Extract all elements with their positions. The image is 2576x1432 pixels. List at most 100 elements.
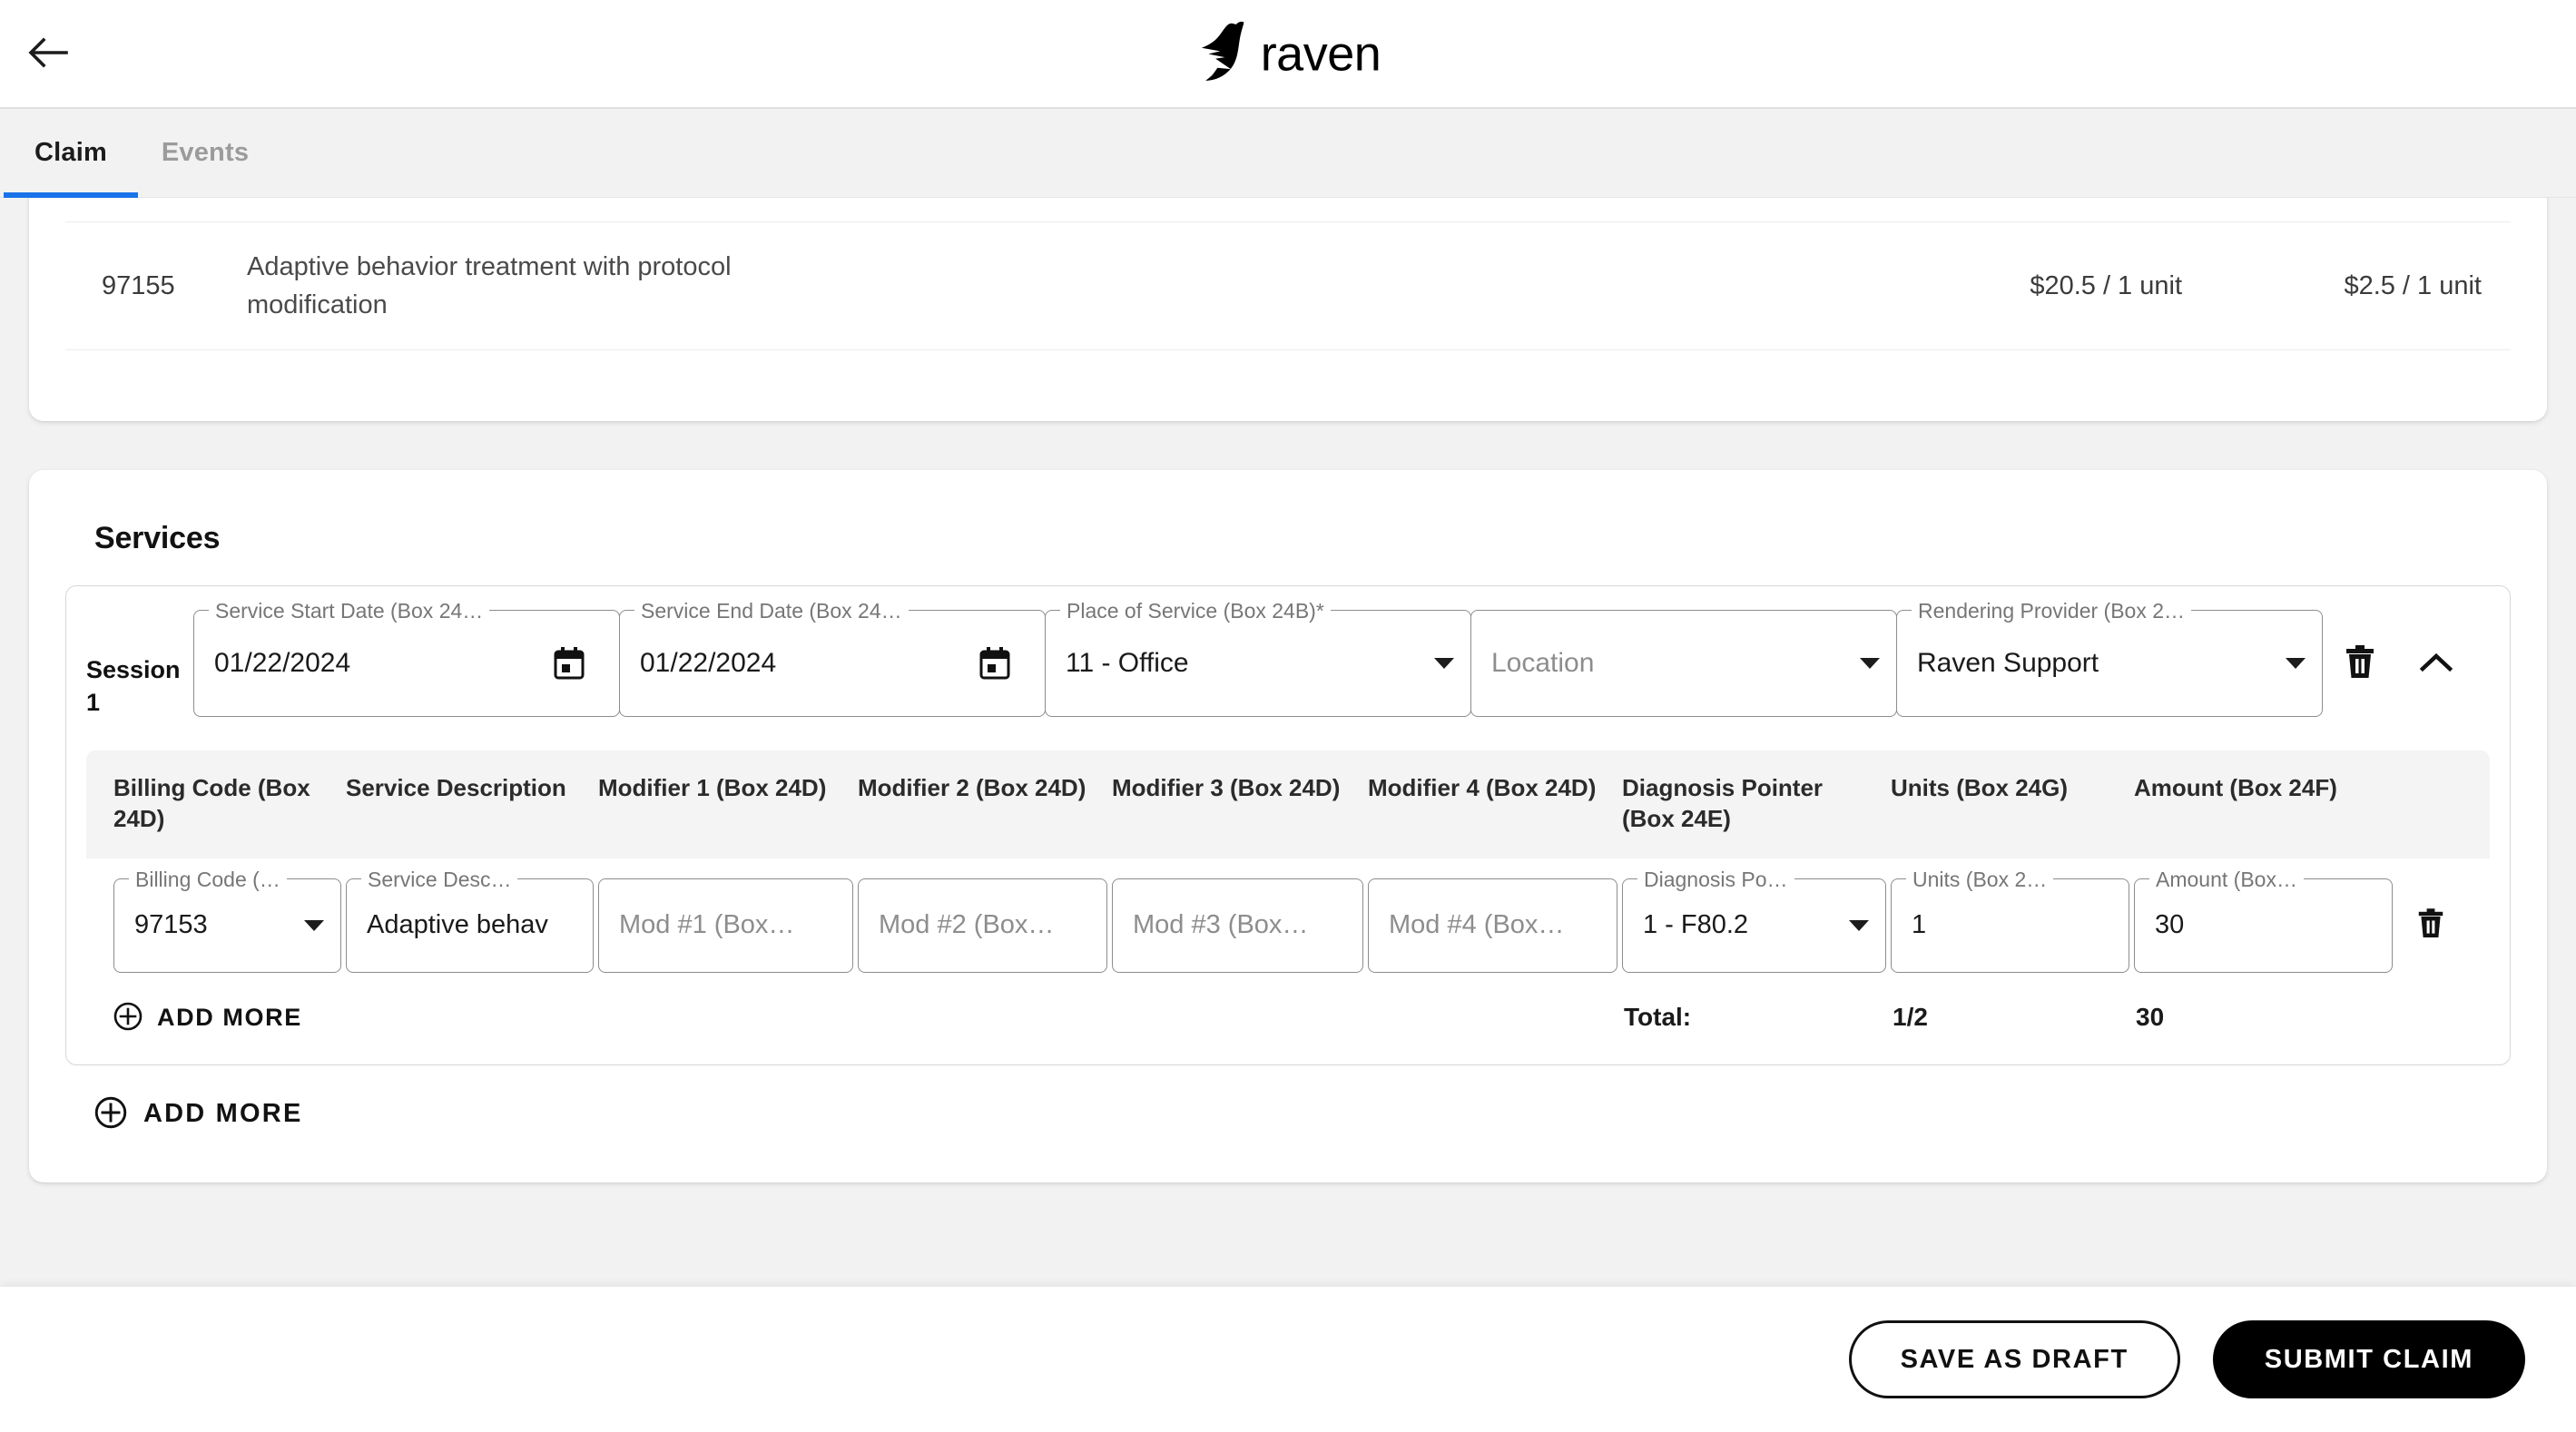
trash-icon (2417, 908, 2444, 942)
cell-amount: Amount (Box… 30 (2134, 867, 2397, 973)
service-description-input[interactable]: Service Desc… Adaptive behav (346, 867, 594, 973)
chevron-down-icon[interactable] (2286, 658, 2306, 669)
place-of-service-value: 11 - Office (1066, 648, 1189, 678)
column-header-modifier-1: Modifier 1 (Box 24D) (598, 773, 827, 801)
modifier-3-input[interactable]: Mod #3 (Box… (1112, 878, 1363, 973)
column-header-diagnosis-pointer: Diagnosis Pointer (Box 24E) (1622, 773, 1824, 833)
tab-events[interactable]: Events (138, 109, 272, 198)
cell-modifier-2: Mod #2 (Box… (858, 878, 1112, 973)
rendering-provider-legend: Rendering Provider (Box 2… (1912, 599, 2192, 623)
chevron-up-icon (2419, 652, 2453, 676)
cell-modifier-1: Mod #1 (Box… (598, 878, 858, 973)
plus-circle-icon (94, 1096, 127, 1132)
table-row[interactable]: 97155 Adaptive behavior treatment with p… (65, 221, 2511, 350)
modifier-2-input[interactable]: Mod #2 (Box… (858, 878, 1107, 973)
table-footer: ADD MORE Total: 1/2 30 (86, 982, 2490, 1064)
units-legend: Units (Box 2… (1906, 867, 2054, 892)
back-button[interactable] (15, 21, 80, 86)
totals-label: Total: (1624, 1003, 1692, 1031)
location-field[interactable]: Location (1470, 610, 1897, 717)
save-as-draft-label: SAVE AS DRAFT (1900, 1344, 2129, 1374)
modifier-3-placeholder: Mod #3 (Box… (1133, 910, 1309, 939)
claim-editor-page: raven Claim Events 97155 Adaptive behavi… (0, 0, 2576, 1432)
claim-lines-card: 97155 Adaptive behavior treatment with p… (29, 198, 2547, 421)
service-end-date-field[interactable]: Service End Date (Box 24… 01/22/2024 (619, 599, 1046, 717)
service-start-date-field[interactable]: Service Start Date (Box 24… 01/22/2024 (193, 599, 620, 717)
modifier-2-placeholder: Mod #2 (Box… (879, 910, 1055, 939)
app-header: raven (0, 0, 2576, 109)
chevron-down-icon[interactable] (304, 919, 324, 931)
save-as-draft-button[interactable]: SAVE AS DRAFT (1848, 1320, 2180, 1398)
service-end-date-legend: Service End Date (Box 24… (634, 599, 909, 623)
services-table: Billing Code (Box 24D) Service Descripti… (86, 750, 2490, 1064)
units-input[interactable]: Units (Box 2… 1 (1891, 867, 2129, 973)
billing-code-value: 97155 (102, 270, 175, 300)
calendar-icon[interactable] (536, 616, 603, 711)
diagnosis-pointer-value: 1 - F80.2 (1643, 910, 1749, 939)
raven-bird-logo-icon (1195, 21, 1252, 86)
session-header: Session 1 Service Start Date (Box 24… 01… (86, 599, 2490, 720)
chevron-down-icon[interactable] (1434, 658, 1454, 669)
billing-code-legend: Billing Code (… (129, 867, 287, 892)
rendering-provider-field[interactable]: Rendering Provider (Box 2… Raven Support (1896, 599, 2323, 717)
add-service-line-button[interactable]: ADD MORE (86, 1002, 302, 1034)
cell-billing-code: Billing Code (… 97153 (86, 867, 346, 973)
add-session-button[interactable]: ADD MORE (94, 1096, 303, 1132)
page-body[interactable]: 97155 Adaptive behavior treatment with p… (0, 198, 2576, 1287)
units-value: 1 (1912, 910, 1927, 939)
column-header-units: Units (Box 24G) (1891, 773, 2069, 801)
chevron-down-icon[interactable] (1860, 658, 1880, 669)
diagnosis-pointer-select[interactable]: Diagnosis Po… 1 - F80.2 (1622, 867, 1886, 973)
plus-circle-icon (113, 1002, 143, 1034)
billing-code-select[interactable]: Billing Code (… 97153 (113, 867, 341, 973)
column-header-amount: Amount (Box 24F) (2134, 773, 2337, 801)
tab-claim-label: Claim (34, 138, 107, 167)
brand-name: raven (1260, 26, 1381, 81)
totals-amount-value: 30 (2136, 1003, 2165, 1031)
service-description-legend: Service Desc… (361, 867, 518, 892)
collapse-session-button[interactable] (2398, 610, 2474, 717)
column-header-modifier-2: Modifier 2 (Box 24D) (858, 773, 1086, 801)
delete-session-button[interactable] (2322, 610, 2398, 717)
chevron-down-icon[interactable] (1849, 919, 1869, 931)
cell-diagnosis-pointer: Diagnosis Po… 1 - F80.2 (1622, 867, 1891, 973)
amount-legend: Amount (Box… (2149, 867, 2304, 892)
rate-primary-value: $20.5 / 1 unit (2030, 270, 2182, 300)
column-header-service-description: Service Description (346, 773, 566, 801)
services-table-header: Billing Code (Box 24D) Service Descripti… (86, 750, 2490, 858)
modifier-1-placeholder: Mod #1 (Box… (619, 910, 795, 939)
location-placeholder: Location (1491, 648, 1595, 678)
service-end-date-value: 01/22/2024 (640, 648, 777, 678)
tab-claim[interactable]: Claim (4, 109, 138, 198)
tab-bar: Claim Events (0, 109, 2576, 198)
amount-input[interactable]: Amount (Box… 30 (2134, 867, 2393, 973)
service-description-value: Adaptive behavior treatment with protoco… (247, 251, 732, 319)
add-service-line-label: ADD MORE (157, 1003, 302, 1031)
billing-code-value: 97153 (134, 910, 208, 939)
session-panel: Session 1 Service Start Date (Box 24… 01… (65, 585, 2511, 1065)
modifier-1-input[interactable]: Mod #1 (Box… (598, 878, 853, 973)
totals-units-value: 1/2 (1893, 1003, 1928, 1031)
column-header-billing-code: Billing Code (Box 24D) (113, 773, 310, 833)
arrow-left-icon (26, 34, 68, 74)
modifier-4-input[interactable]: Mod #4 (Box… (1368, 878, 1617, 973)
tab-events-label: Events (161, 138, 250, 167)
place-of-service-field[interactable]: Place of Service (Box 24B)* 11 - Office (1045, 599, 1471, 717)
cell-modifier-3: Mod #3 (Box… (1112, 878, 1368, 973)
modifier-4-placeholder: Mod #4 (Box… (1389, 910, 1565, 939)
rendering-provider-value: Raven Support (1917, 648, 2099, 678)
column-header-modifier-3: Modifier 3 (Box 24D) (1112, 773, 1341, 801)
submit-claim-label: SUBMIT CLAIM (2264, 1344, 2473, 1374)
action-bar: SAVE AS DRAFT SUBMIT CLAIM (0, 1287, 2576, 1432)
brand-logo: raven (1195, 21, 1381, 86)
submit-claim-button[interactable]: SUBMIT CLAIM (2212, 1320, 2525, 1398)
service-start-date-value: 01/22/2024 (214, 648, 351, 678)
services-card: Services Session 1 Service Start Date (B… (29, 470, 2547, 1182)
calendar-icon[interactable] (961, 616, 1028, 711)
column-header-modifier-4: Modifier 4 (Box 24D) (1368, 773, 1597, 801)
add-session-label: ADD MORE (143, 1098, 303, 1128)
cell-modifier-4: Mod #4 (Box… (1368, 878, 1622, 973)
trash-icon (2345, 644, 2375, 682)
cell-units: Units (Box 2… 1 (1891, 867, 2134, 973)
delete-service-line-button[interactable] (2397, 878, 2464, 973)
